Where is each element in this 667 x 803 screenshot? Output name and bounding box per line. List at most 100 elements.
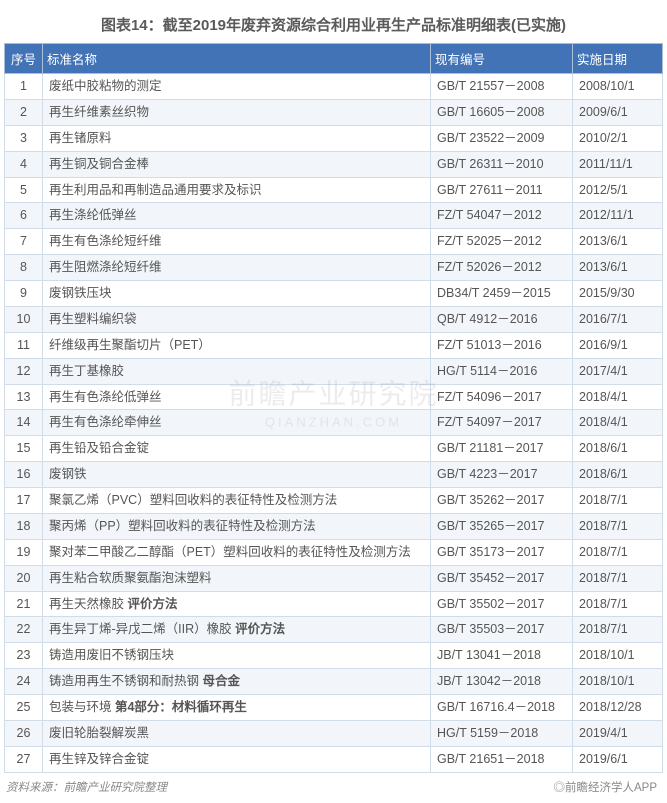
cell-num: FZ/T 52025－2012 xyxy=(431,229,573,255)
cell-seq: 4 xyxy=(5,151,43,177)
cell-seq: 24 xyxy=(5,669,43,695)
table-row: 1废纸中胶粘物的测定GB/T 21557－20082008/10/1 xyxy=(5,74,663,100)
cell-date: 2019/6/1 xyxy=(573,746,663,772)
cell-num: GB/T 35173－2017 xyxy=(431,539,573,565)
cell-date: 2012/11/1 xyxy=(573,203,663,229)
cell-name: 包装与环境 第4部分：材料循环再生 xyxy=(43,695,431,721)
table-row: 2再生纤维素丝织物GB/T 16605－20082009/6/1 xyxy=(5,99,663,125)
cell-date: 2018/7/1 xyxy=(573,513,663,539)
cell-name: 再生天然橡胶 评价方法 xyxy=(43,591,431,617)
cell-num: GB/T 35262－2017 xyxy=(431,488,573,514)
cell-num: GB/T 35452－2017 xyxy=(431,565,573,591)
cell-name: 再生异丁烯-异戊二烯（IIR）橡胶 评价方法 xyxy=(43,617,431,643)
cell-name: 废纸中胶粘物的测定 xyxy=(43,74,431,100)
cell-date: 2013/6/1 xyxy=(573,229,663,255)
cell-seq: 25 xyxy=(5,695,43,721)
table-row: 9废钢铁压块DB34/T 2459－20152015/9/30 xyxy=(5,281,663,307)
table-row: 5再生利用品和再制造品通用要求及标识GB/T 27611－20112012/5/… xyxy=(5,177,663,203)
cell-seq: 15 xyxy=(5,436,43,462)
cell-seq: 1 xyxy=(5,74,43,100)
cell-date: 2008/10/1 xyxy=(573,74,663,100)
cell-date: 2018/7/1 xyxy=(573,591,663,617)
cell-date: 2018/6/1 xyxy=(573,462,663,488)
bold-text: 母合金 xyxy=(202,674,240,688)
table-row: 21再生天然橡胶 评价方法GB/T 35502－20172018/7/1 xyxy=(5,591,663,617)
table-row: 11纤维级再生聚酯切片（PET）FZ/T 51013－20162016/9/1 xyxy=(5,332,663,358)
table-body: 1废纸中胶粘物的测定GB/T 21557－20082008/10/12再生纤维素… xyxy=(5,74,663,773)
table-row: 7再生有色涤纶短纤维FZ/T 52025－20122013/6/1 xyxy=(5,229,663,255)
cell-name: 再生涤纶低弹丝 xyxy=(43,203,431,229)
cell-num: GB/T 16605－2008 xyxy=(431,99,573,125)
table-row: 8再生阻燃涤纶短纤维FZ/T 52026－20122013/6/1 xyxy=(5,255,663,281)
cell-num: DB34/T 2459－2015 xyxy=(431,281,573,307)
header-date: 实施日期 xyxy=(573,44,663,74)
cell-date: 2018/6/1 xyxy=(573,436,663,462)
table-header-row: 序号 标准名称 现有编号 实施日期 xyxy=(5,44,663,74)
cell-name: 废钢铁 xyxy=(43,462,431,488)
cell-date: 2013/6/1 xyxy=(573,255,663,281)
bold-text: 评价方法 xyxy=(235,622,285,636)
cell-seq: 13 xyxy=(5,384,43,410)
table-row: 26废旧轮胎裂解炭黑HG/T 5159－20182019/4/1 xyxy=(5,720,663,746)
cell-num: HG/T 5159－2018 xyxy=(431,720,573,746)
table-row: 12再生丁基橡胶HG/T 5114－20162017/4/1 xyxy=(5,358,663,384)
cell-seq: 6 xyxy=(5,203,43,229)
table-row: 25包装与环境 第4部分：材料循环再生GB/T 16716.4－20182018… xyxy=(5,695,663,721)
cell-date: 2012/5/1 xyxy=(573,177,663,203)
cell-num: FZ/T 54047－2012 xyxy=(431,203,573,229)
table-row: 4再生铜及铜合金棒GB/T 26311－20102011/11/1 xyxy=(5,151,663,177)
cell-name: 废钢铁压块 xyxy=(43,281,431,307)
table-row: 18聚丙烯（PP）塑料回收料的表征特性及检测方法GB/T 35265－20172… xyxy=(5,513,663,539)
header-name: 标准名称 xyxy=(43,44,431,74)
table-row: 3再生锗原料GB/T 23522－20092010/2/1 xyxy=(5,125,663,151)
cell-seq: 21 xyxy=(5,591,43,617)
cell-date: 2016/7/1 xyxy=(573,306,663,332)
cell-date: 2017/4/1 xyxy=(573,358,663,384)
header-seq: 序号 xyxy=(5,44,43,74)
cell-date: 2018/10/1 xyxy=(573,643,663,669)
cell-seq: 16 xyxy=(5,462,43,488)
cell-num: GB/T 16716.4－2018 xyxy=(431,695,573,721)
cell-num: GB/T 21651－2018 xyxy=(431,746,573,772)
cell-name: 纤维级再生聚酯切片（PET） xyxy=(43,332,431,358)
footer: 资料来源：前瞻产业研究院整理 ◎前瞻经济学人APP xyxy=(4,773,663,795)
cell-seq: 10 xyxy=(5,306,43,332)
cell-seq: 18 xyxy=(5,513,43,539)
cell-seq: 20 xyxy=(5,565,43,591)
cell-num: GB/T 21181－2017 xyxy=(431,436,573,462)
cell-seq: 27 xyxy=(5,746,43,772)
cell-num: GB/T 26311－2010 xyxy=(431,151,573,177)
cell-name: 废旧轮胎裂解炭黑 xyxy=(43,720,431,746)
table-row: 15再生铅及铅合金锭GB/T 21181－20172018/6/1 xyxy=(5,436,663,462)
cell-name: 再生纤维素丝织物 xyxy=(43,99,431,125)
cell-date: 2018/4/1 xyxy=(573,410,663,436)
cell-num: GB/T 35503－2017 xyxy=(431,617,573,643)
cell-num: GB/T 4223－2017 xyxy=(431,462,573,488)
table-row: 20再生粘合软质聚氨酯泡沫塑料GB/T 35452－20172018/7/1 xyxy=(5,565,663,591)
table-row: 16废钢铁GB/T 4223－20172018/6/1 xyxy=(5,462,663,488)
cell-name: 再生铜及铜合金棒 xyxy=(43,151,431,177)
footer-source: 资料来源：前瞻产业研究院整理 xyxy=(6,779,167,795)
cell-num: GB/T 35265－2017 xyxy=(431,513,573,539)
table-row: 17聚氯乙烯（PVC）塑料回收料的表征特性及检测方法GB/T 35262－201… xyxy=(5,488,663,514)
cell-name: 铸造用废旧不锈钢压块 xyxy=(43,643,431,669)
cell-date: 2015/9/30 xyxy=(573,281,663,307)
cell-seq: 7 xyxy=(5,229,43,255)
cell-name: 再生粘合软质聚氨酯泡沫塑料 xyxy=(43,565,431,591)
cell-num: FZ/T 54097－2017 xyxy=(431,410,573,436)
cell-num: JB/T 13042－2018 xyxy=(431,669,573,695)
cell-num: JB/T 13041－2018 xyxy=(431,643,573,669)
cell-name: 聚对苯二甲酸乙二醇酯（PET）塑料回收料的表征特性及检测方法 xyxy=(43,539,431,565)
cell-name: 再生有色涤纶短纤维 xyxy=(43,229,431,255)
cell-date: 2019/4/1 xyxy=(573,720,663,746)
cell-name: 再生阻燃涤纶短纤维 xyxy=(43,255,431,281)
cell-date: 2018/4/1 xyxy=(573,384,663,410)
cell-seq: 14 xyxy=(5,410,43,436)
cell-name: 再生利用品和再制造品通用要求及标识 xyxy=(43,177,431,203)
cell-name: 再生铅及铅合金锭 xyxy=(43,436,431,462)
cell-date: 2018/7/1 xyxy=(573,617,663,643)
cell-name: 聚氯乙烯（PVC）塑料回收料的表征特性及检测方法 xyxy=(43,488,431,514)
cell-name: 再生塑料编织袋 xyxy=(43,306,431,332)
cell-num: GB/T 21557－2008 xyxy=(431,74,573,100)
cell-seq: 22 xyxy=(5,617,43,643)
